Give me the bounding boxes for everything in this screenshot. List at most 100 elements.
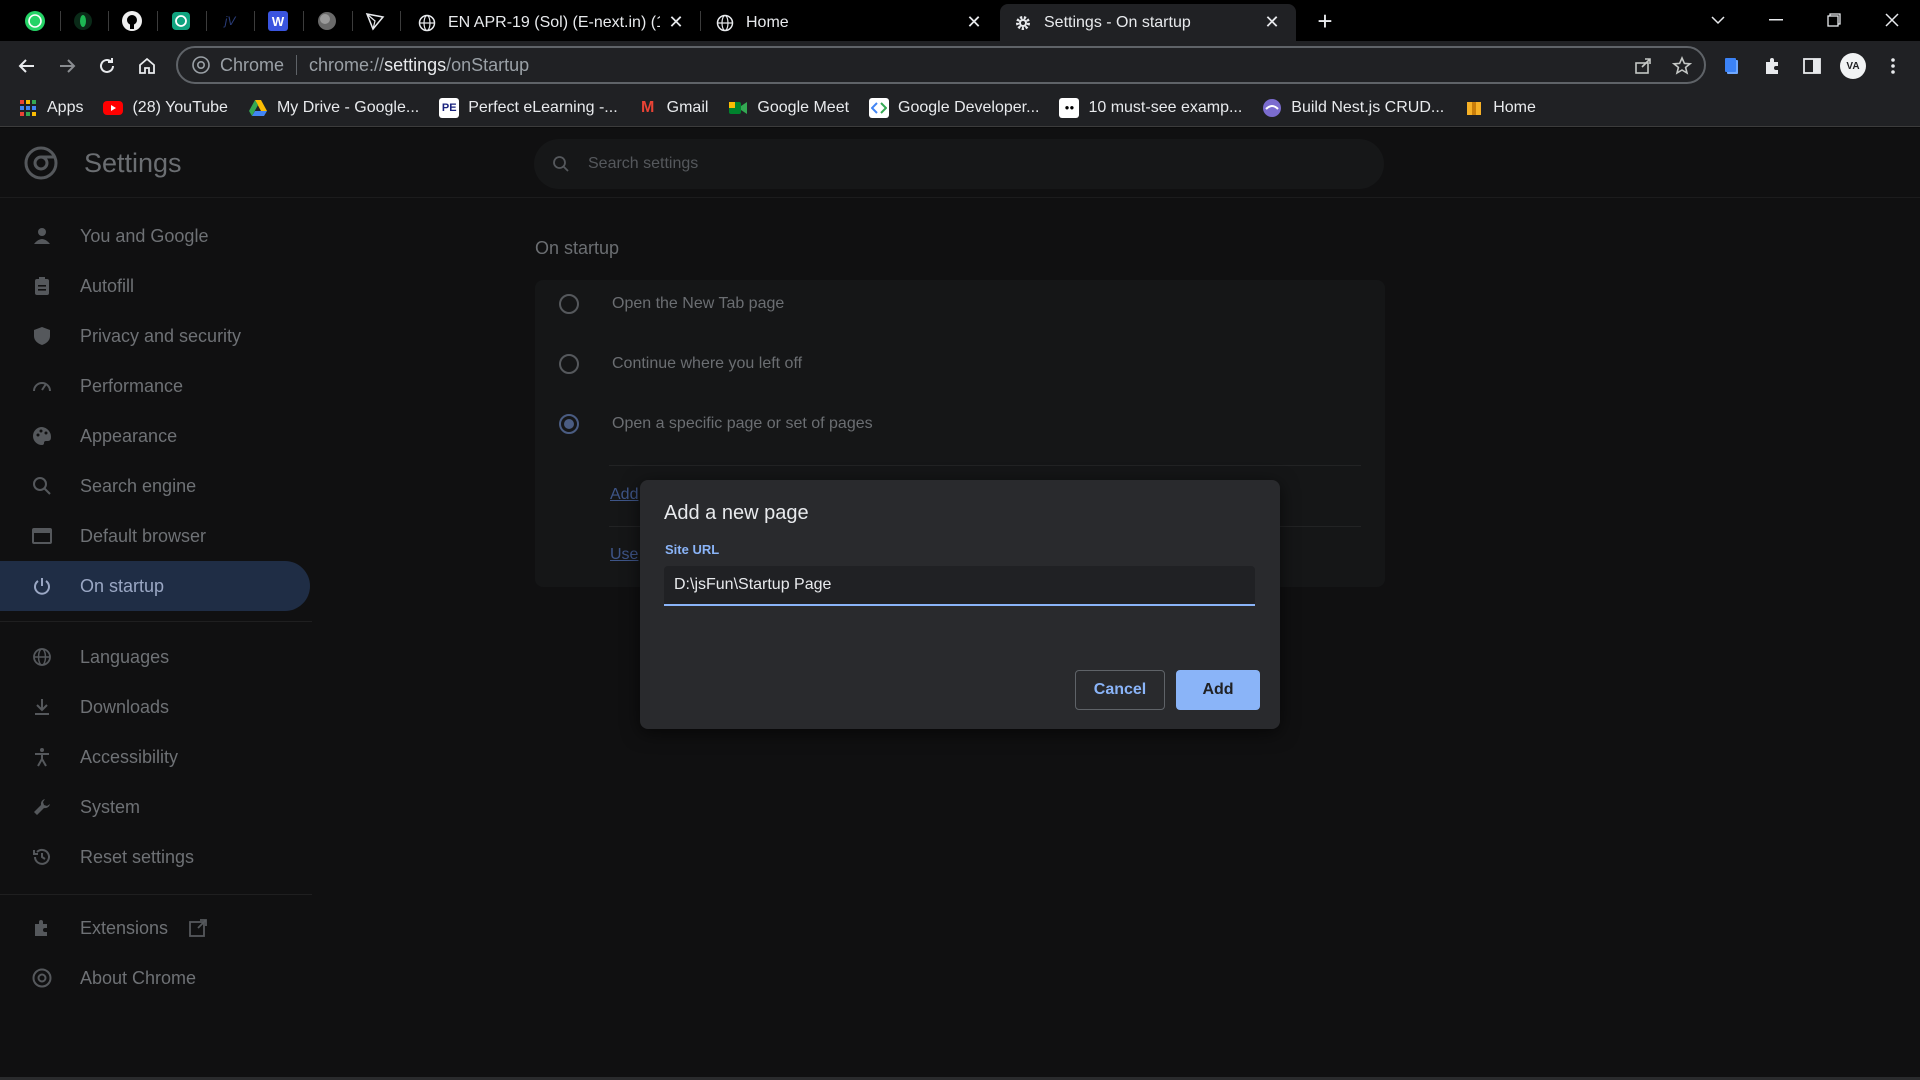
home-button[interactable]: [131, 50, 163, 82]
sidebar-item-performance[interactable]: Performance: [0, 361, 310, 411]
new-tab-button[interactable]: +: [1310, 6, 1340, 36]
chrome-menu-button[interactable]: [1877, 50, 1909, 82]
side-panel-button[interactable]: [1796, 50, 1828, 82]
sidebar-item-about-chrome[interactable]: About Chrome: [0, 953, 310, 1003]
sidebar-item-extensions[interactable]: Extensions: [0, 903, 310, 953]
palette-icon: [30, 424, 54, 448]
pinned-tab-leaf[interactable]: [63, 6, 103, 36]
use-current-pages-link[interactable]: Use: [610, 546, 638, 564]
sidebar-item-label: Autofill: [80, 275, 135, 296]
option-new-tab[interactable]: Open the New Tab page: [559, 294, 784, 314]
close-tab-button[interactable]: ✕: [1262, 12, 1282, 33]
sidebar-item-label: About Chrome: [80, 967, 197, 988]
sidebar-item-label: You and Google: [80, 225, 209, 246]
pinned-tab-w[interactable]: W: [258, 6, 298, 36]
add-button[interactable]: Add: [1176, 670, 1260, 710]
add-new-page-link[interactable]: Add: [610, 486, 638, 504]
clipboard-icon: [30, 274, 54, 298]
sidebar-item-search-engine[interactable]: Search engine: [0, 461, 310, 511]
bookmark-label: 10 must-see examp...: [1088, 98, 1243, 116]
site-url-input[interactable]: [664, 566, 1255, 606]
share-button[interactable]: [1627, 50, 1659, 82]
sidebar-item-label: System: [80, 796, 141, 817]
sidebar-item-languages[interactable]: Languages: [0, 632, 310, 682]
google-developers-icon: [869, 97, 890, 118]
bookmark-google-developers[interactable]: Google Developer...: [869, 97, 1039, 118]
sidebar-item-system[interactable]: System: [0, 782, 310, 832]
sidebar-item-accessibility[interactable]: Accessibility: [0, 732, 310, 782]
jv-icon: jV: [224, 14, 236, 28]
sidebar-item-appearance[interactable]: Appearance: [0, 411, 310, 461]
profile-avatar[interactable]: VA: [1840, 53, 1866, 79]
address-bar[interactable]: Chrome chrome://settings/onStartup: [176, 46, 1706, 84]
pinned-tab-github[interactable]: [112, 6, 152, 36]
bookmark-drive[interactable]: My Drive - Google...: [248, 98, 419, 118]
extension-button[interactable]: [1716, 50, 1748, 82]
tab-strip: jV W EN APR-19 (Sol) (E-next.in) (1).pdf…: [0, 0, 1920, 41]
close-window-button[interactable]: [1864, 0, 1920, 40]
sidebar-item-autofill[interactable]: Autofill: [0, 261, 310, 311]
sidebar-item-on-startup[interactable]: On startup: [0, 561, 310, 611]
puzzle-icon: [1766, 58, 1778, 74]
accessibility-icon: [30, 745, 54, 769]
sidebar-item-you-and-google[interactable]: You and Google: [0, 211, 310, 261]
tab-search-button[interactable]: [1690, 0, 1746, 40]
tab-settings[interactable]: Settings - On startup ✕: [1000, 4, 1296, 41]
minimize-button[interactable]: [1748, 0, 1804, 40]
bookmark-youtube[interactable]: (28) YouTube: [103, 98, 228, 118]
minimize-icon: [1769, 19, 1783, 21]
bookmark-medium[interactable]: ●● 10 must-see examp...: [1059, 97, 1243, 118]
tab-home[interactable]: Home ✕: [702, 4, 998, 41]
bookmark-google-meet[interactable]: Google Meet: [728, 98, 849, 118]
shield-icon: [30, 324, 54, 348]
home-icon: [139, 57, 155, 74]
clipboard-ext-icon: [1725, 58, 1738, 74]
pinned-tab-jv[interactable]: jV: [210, 6, 250, 36]
kebab-menu-icon: [1891, 58, 1895, 74]
url-scheme: chrome://: [309, 54, 385, 75]
send-icon: [365, 13, 385, 31]
pinned-tab-chatgpt[interactable]: [161, 6, 201, 36]
apps-grid-icon: [18, 98, 38, 118]
bookmark-nestjs[interactable]: Build Nest.js CRUD...: [1262, 98, 1444, 118]
pinned-tab-whatsapp[interactable]: [15, 6, 55, 36]
site-url-label: Site URL: [665, 542, 720, 557]
close-tab-button[interactable]: ✕: [964, 12, 984, 33]
settings-search[interactable]: Search settings: [534, 139, 1384, 189]
pinned-tab-send[interactable]: [355, 6, 395, 36]
circle-icon: [318, 12, 336, 30]
sidebar-item-downloads[interactable]: Downloads: [0, 682, 310, 732]
medium-icon: ●●: [1059, 97, 1080, 118]
svg-text:W: W: [272, 14, 285, 29]
forward-button[interactable]: [51, 50, 83, 82]
bookmark-star-button[interactable]: [1666, 50, 1698, 82]
sidebar-item-reset-settings[interactable]: Reset settings: [0, 832, 310, 882]
tab-title: Home: [746, 13, 789, 31]
bookmark-home[interactable]: Home: [1464, 98, 1536, 118]
bookmark-label: Build Nest.js CRUD...: [1291, 98, 1445, 116]
bookmark-label: Home: [1493, 98, 1536, 116]
radio-button-selected[interactable]: [559, 414, 579, 434]
bookmark-apps[interactable]: Apps: [18, 98, 83, 118]
close-tab-button[interactable]: ✕: [666, 12, 686, 33]
option-specific-pages[interactable]: Open a specific page or set of pages: [559, 414, 873, 434]
radio-button[interactable]: [559, 294, 579, 314]
url-path: /onStartup: [446, 54, 530, 75]
bookmark-label: Perfect eLearning -...: [468, 98, 618, 116]
sidebar-item-privacy-and-security[interactable]: Privacy and security: [0, 311, 310, 361]
restore-button[interactable]: [1806, 0, 1862, 40]
sidebar-item-default-browser[interactable]: Default browser: [0, 511, 310, 561]
bookmark-perfect-elearning[interactable]: PE Perfect eLearning -...: [439, 97, 618, 118]
option-continue[interactable]: Continue where you left off: [559, 354, 802, 374]
sidebar-item-label: Privacy and security: [80, 325, 242, 346]
cancel-button[interactable]: Cancel: [1075, 670, 1165, 710]
extensions-menu-button[interactable]: [1756, 50, 1788, 82]
open-in-new-icon: [188, 918, 208, 938]
tab-pdf[interactable]: EN APR-19 (Sol) (E-next.in) (1).pdf ✕: [404, 4, 700, 41]
pinned-tab-circle[interactable]: [307, 6, 347, 36]
reload-button[interactable]: [91, 50, 123, 82]
back-button[interactable]: [11, 50, 43, 82]
side-panel-icon: [1803, 58, 1821, 74]
bookmark-gmail[interactable]: M Gmail: [638, 98, 708, 118]
radio-button[interactable]: [559, 354, 579, 374]
